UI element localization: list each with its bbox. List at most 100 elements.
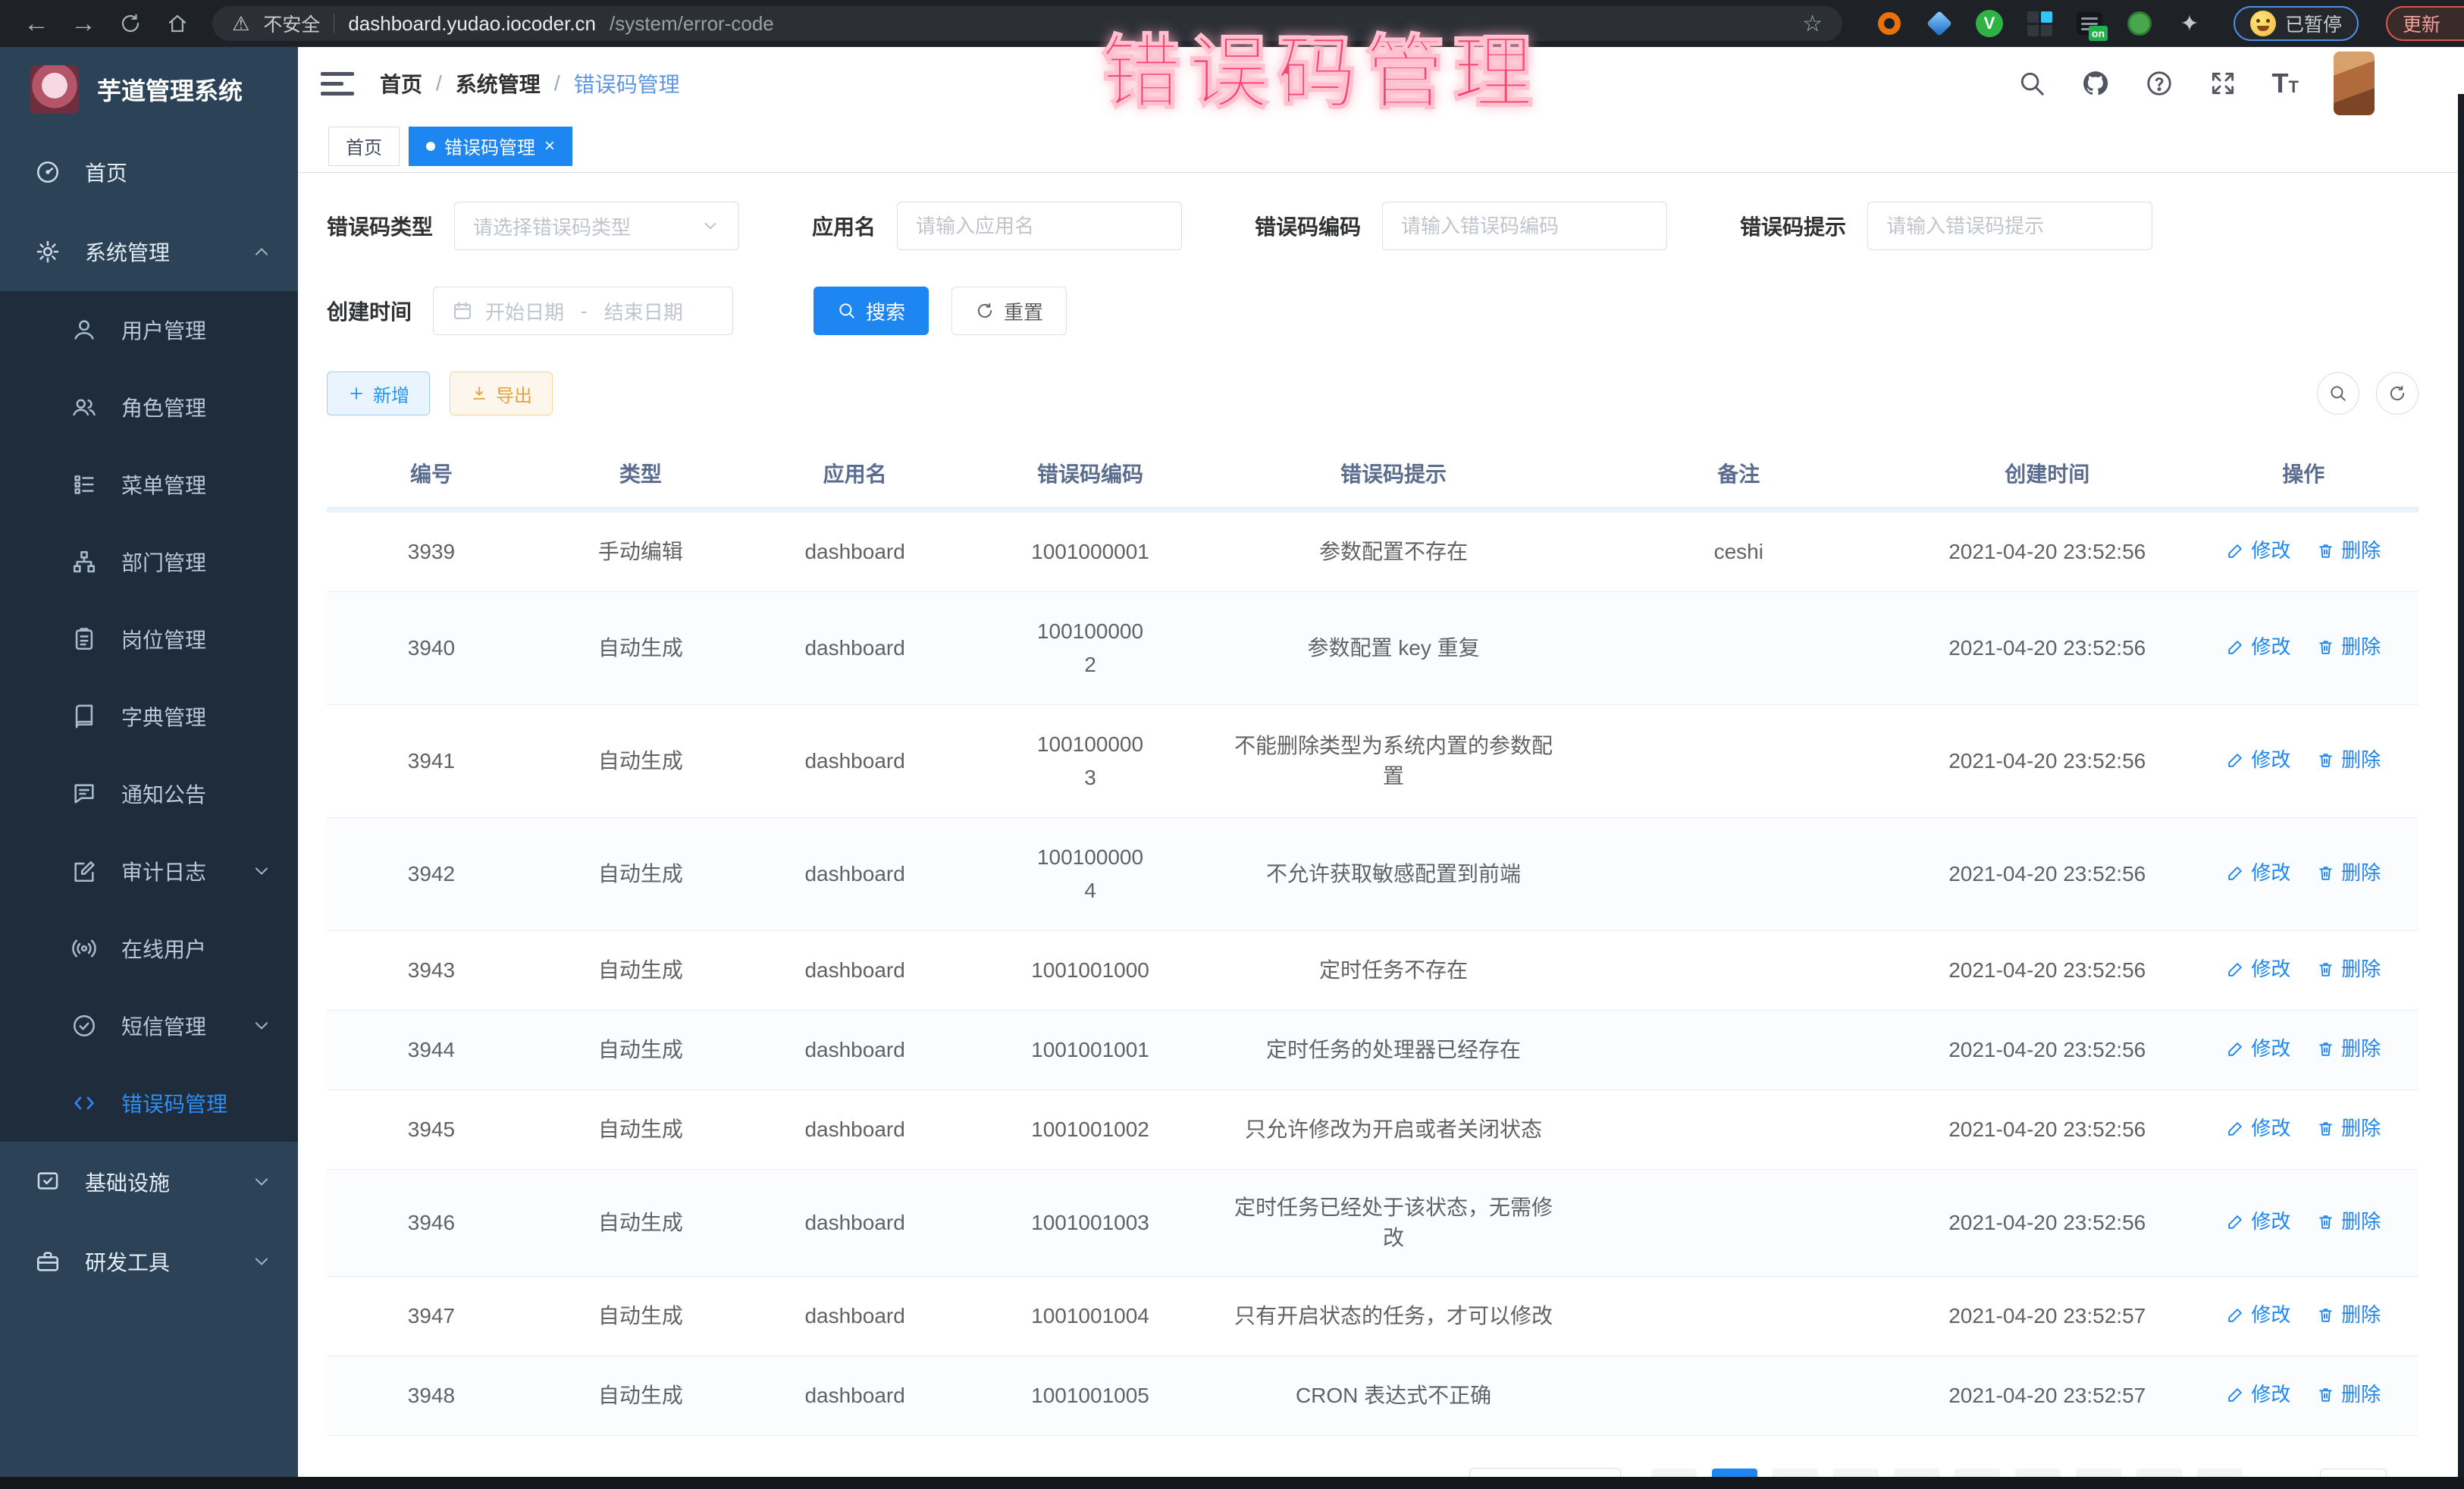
column-header-code: 错误码编码 bbox=[964, 443, 1215, 509]
delete-link[interactable]: 删除 bbox=[2316, 1206, 2381, 1237]
add-button-label: 新增 bbox=[373, 381, 409, 407]
sidebar-item-departments[interactable]: 部门管理 bbox=[0, 523, 298, 600]
sidebar-item-dictionary[interactable]: 字典管理 bbox=[0, 678, 298, 755]
reset-button-label: 重置 bbox=[1004, 297, 1043, 325]
sidebar-item-menus[interactable]: 菜单管理 bbox=[0, 446, 298, 523]
sidebar-toggle-icon[interactable] bbox=[321, 68, 354, 99]
delete-link[interactable]: 删除 bbox=[2316, 632, 2381, 662]
error-msg-input[interactable] bbox=[1867, 202, 2152, 250]
tab-error-codes[interactable]: 错误码管理 × bbox=[409, 127, 572, 166]
user-avatar[interactable] bbox=[2334, 52, 2375, 115]
sidebar-item-notices[interactable]: 通知公告 bbox=[0, 755, 298, 832]
edit-link[interactable]: 修改 bbox=[2226, 1206, 2290, 1237]
fullscreen-icon[interactable] bbox=[2209, 69, 2237, 98]
extension-grid-icon[interactable] bbox=[2026, 10, 2053, 37]
book-icon bbox=[70, 702, 99, 731]
font-size-icon[interactable]: TT bbox=[2272, 70, 2299, 97]
url-bar[interactable]: ⚠ 不安全 dashboard.yudao.iocoder.cn/system/… bbox=[212, 6, 1842, 41]
filter-label: 错误码提示 bbox=[1740, 211, 1846, 241]
extension-donut-icon[interactable] bbox=[1876, 10, 1903, 37]
cell-type: 自动生成 bbox=[536, 592, 745, 705]
browser-home-icon[interactable] bbox=[158, 5, 197, 42]
sidebar-item-dev-tools[interactable]: 研发工具 bbox=[0, 1221, 298, 1301]
bookmark-star-icon[interactable]: ☆ bbox=[1802, 11, 1823, 37]
extension-onetab-icon[interactable]: on bbox=[2076, 10, 2103, 37]
edit-link[interactable]: 修改 bbox=[2226, 857, 2290, 888]
breadcrumb-system[interactable]: 系统管理 bbox=[456, 68, 541, 99]
edit-link[interactable]: 修改 bbox=[2226, 744, 2290, 775]
extension-gem-icon[interactable] bbox=[1926, 10, 1953, 37]
close-icon[interactable]: × bbox=[544, 137, 555, 155]
not-secure-warning-icon: ⚠ bbox=[232, 12, 249, 36]
edit-link[interactable]: 修改 bbox=[2226, 954, 2290, 984]
edit-link[interactable]: 修改 bbox=[2226, 1299, 2290, 1330]
edit-link[interactable]: 修改 bbox=[2226, 632, 2290, 662]
delete-link[interactable]: 删除 bbox=[2316, 1113, 2381, 1143]
toggle-search-icon[interactable] bbox=[2317, 372, 2359, 415]
edit-link[interactable]: 修改 bbox=[2226, 1113, 2290, 1143]
refresh-icon[interactable] bbox=[2376, 372, 2419, 415]
sidebar-item-users[interactable]: 用户管理 bbox=[0, 291, 298, 368]
sidebar-item-online-users[interactable]: 在线用户 bbox=[0, 910, 298, 987]
signal-icon bbox=[70, 934, 99, 963]
cell-actions: 修改 删除 bbox=[2188, 1090, 2419, 1170]
sidebar-item-label: 短信管理 bbox=[121, 1011, 206, 1041]
column-header-actions: 操作 bbox=[2188, 443, 2419, 509]
extension-vue-icon[interactable]: V bbox=[1976, 10, 2003, 37]
reset-button[interactable]: 重置 bbox=[951, 287, 1067, 335]
extension-green-icon[interactable] bbox=[2126, 10, 2153, 37]
app-name-input[interactable] bbox=[897, 202, 1182, 250]
sidebar-item-infrastructure[interactable]: 基础设施 bbox=[0, 1142, 298, 1221]
calendar-icon bbox=[452, 300, 473, 321]
browser-update-chip[interactable]: 更新 ⋮ bbox=[2386, 6, 2464, 41]
tab-home[interactable]: 首页 bbox=[328, 127, 400, 166]
delete-link[interactable]: 删除 bbox=[2316, 535, 2381, 566]
sidebar-item-posts[interactable]: 岗位管理 bbox=[0, 600, 298, 678]
page-tabbar: 首页 错误码管理 × bbox=[298, 120, 2464, 173]
search-button[interactable]: 搜索 bbox=[813, 287, 929, 335]
export-button[interactable]: 导出 bbox=[450, 371, 553, 415]
security-label[interactable]: 不安全 bbox=[263, 10, 320, 37]
browser-back-icon[interactable]: ← bbox=[17, 5, 56, 42]
delete-link[interactable]: 删除 bbox=[2316, 1299, 2381, 1330]
error-code-input[interactable] bbox=[1382, 202, 1667, 250]
profile-paused-chip[interactable]: 已暂停 bbox=[2234, 6, 2359, 41]
breadcrumb-home[interactable]: 首页 bbox=[380, 68, 422, 99]
sidebar-item-audit-log[interactable]: 审计日志 bbox=[0, 832, 298, 910]
edit-link[interactable]: 修改 bbox=[2226, 1033, 2290, 1064]
edit-link[interactable]: 修改 bbox=[2226, 535, 2290, 566]
edit-link[interactable]: 修改 bbox=[2226, 1379, 2290, 1409]
sidebar-item-system[interactable]: 系统管理 bbox=[0, 212, 298, 291]
add-button[interactable]: 新增 bbox=[327, 371, 430, 415]
chevron-down-icon[interactable] bbox=[2409, 72, 2429, 96]
filter-row-2: 创建时间 开始日期 - 结束日期 搜索 重置 bbox=[327, 287, 2419, 335]
browser-forward-icon[interactable]: → bbox=[64, 5, 103, 42]
cell-id: 3944 bbox=[327, 1011, 536, 1090]
pink-annotation-text: 错误码管理 bbox=[1101, 8, 1541, 124]
delete-link[interactable]: 删除 bbox=[2316, 744, 2381, 775]
help-icon[interactable] bbox=[2145, 69, 2174, 98]
update-label[interactable]: 更新 bbox=[2403, 10, 2440, 37]
extensions-puzzle-icon[interactable]: ✦ bbox=[2176, 10, 2203, 37]
delete-link[interactable]: 删除 bbox=[2316, 857, 2381, 888]
cell-id: 3947 bbox=[327, 1277, 536, 1356]
url-host[interactable]: dashboard.yudao.iocoder.cn bbox=[348, 12, 596, 36]
edit-link-label: 修改 bbox=[2251, 1379, 2290, 1409]
sidebar-item-error-codes[interactable]: 错误码管理 bbox=[0, 1064, 298, 1142]
browser-menu-dots-icon[interactable]: ⋮ bbox=[2456, 11, 2464, 36]
github-icon[interactable] bbox=[2081, 69, 2110, 98]
sidebar-item-sms[interactable]: 短信管理 bbox=[0, 987, 298, 1064]
search-icon[interactable] bbox=[2017, 69, 2046, 98]
browser-reload-icon[interactable] bbox=[111, 5, 150, 42]
delete-link[interactable]: 删除 bbox=[2316, 1379, 2381, 1409]
edit-document-icon bbox=[70, 857, 99, 886]
cell-app: dashboard bbox=[745, 705, 965, 818]
sidebar-item-roles[interactable]: 角色管理 bbox=[0, 368, 298, 446]
sidebar-logo-row[interactable]: 芋道管理系统 bbox=[0, 47, 298, 132]
delete-link[interactable]: 删除 bbox=[2316, 1033, 2381, 1064]
url-path[interactable]: /system/error-code bbox=[610, 12, 774, 36]
sidebar-item-home[interactable]: 首页 bbox=[0, 132, 298, 212]
delete-link[interactable]: 删除 bbox=[2316, 954, 2381, 984]
date-range-picker[interactable]: 开始日期 - 结束日期 bbox=[433, 287, 733, 335]
error-type-select[interactable]: 请选择错误码类型 bbox=[454, 202, 739, 250]
